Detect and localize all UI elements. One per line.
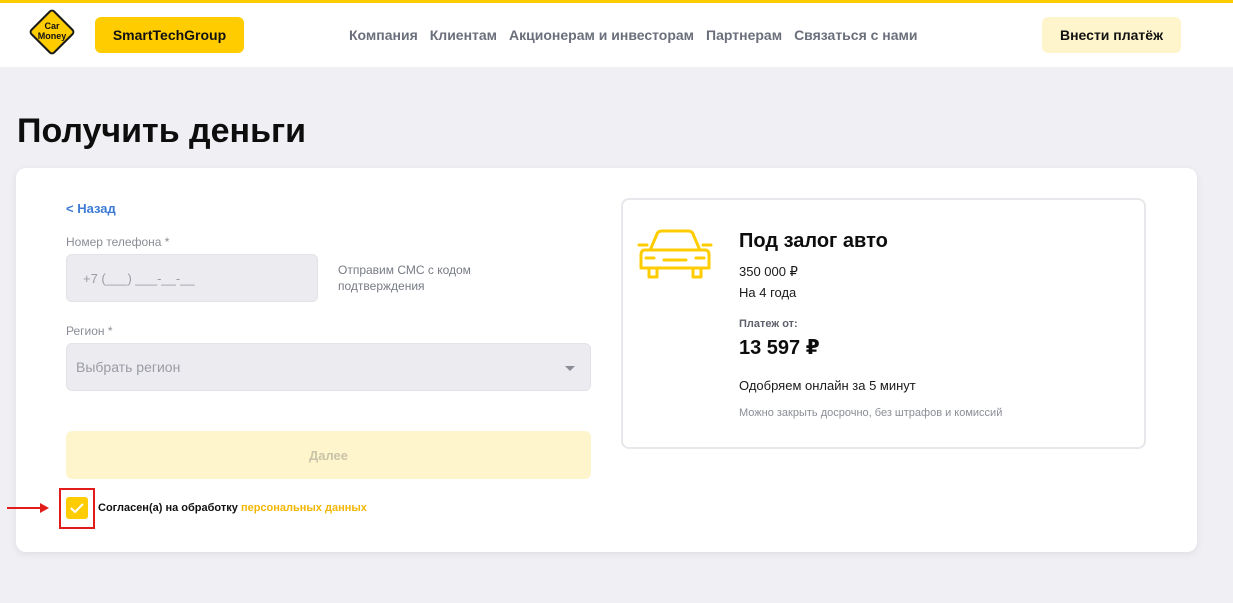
application-card: < Назад Номер телефона * +7 (___) ___-__… — [16, 168, 1197, 552]
payment-label: Платеж от: — [739, 318, 798, 330]
page-title: Получить деньги — [17, 112, 307, 150]
offer-title: Под залог авто — [739, 230, 888, 252]
logo-text-line1: Car — [44, 21, 60, 31]
next-button[interactable]: Далее — [66, 431, 591, 479]
offer-term: На 4 года — [739, 285, 797, 300]
sms-note: Отправим СМС с кодом подтверждения — [338, 263, 471, 293]
early-repayment-note: Можно закрыть досрочно, без штрафов и ко… — [739, 407, 1003, 419]
make-payment-button[interactable]: Внести платёж — [1042, 17, 1181, 53]
carmoney-logo[interactable]: Car Money — [27, 7, 77, 57]
consent-checkbox[interactable] — [66, 497, 88, 519]
consent-label: Согласен(а) на обработку — [98, 502, 241, 514]
region-label: Регион * — [66, 324, 113, 338]
payment-value: 13 597 ₽ — [739, 337, 820, 359]
nav-item-company[interactable]: Компания — [349, 27, 418, 43]
back-link[interactable]: < Назад — [66, 201, 116, 216]
car-icon — [637, 229, 713, 279]
red-arrow-icon — [7, 503, 49, 513]
approval-note: Одобряем онлайн за 5 минут — [739, 378, 916, 393]
region-select[interactable]: Выбрать регион — [66, 343, 591, 391]
site-header: Car Money SmartTechGroup Компания Клиент… — [0, 3, 1233, 67]
main-nav: Компания Клиентам Акционерам и инвестора… — [349, 27, 918, 43]
offer-panel: Под залог авто 350 000 ₽ На 4 года Плате… — [621, 198, 1146, 449]
personal-data-link[interactable]: персональных данных — [241, 502, 367, 514]
nav-item-contact[interactable]: Связаться с нами — [794, 27, 917, 43]
nav-item-partners[interactable]: Партнерам — [706, 27, 782, 43]
phone-input[interactable]: +7 (___) ___-__-__ — [66, 254, 318, 302]
smarttechgroup-badge[interactable]: SmartTechGroup — [95, 17, 244, 53]
nav-item-clients[interactable]: Клиентам — [430, 27, 497, 43]
checkmark-icon — [70, 503, 84, 513]
region-placeholder: Выбрать регион — [76, 359, 181, 375]
phone-label: Номер телефона * — [66, 235, 170, 249]
offer-amount: 350 000 ₽ — [739, 264, 798, 279]
consent-text: Согласен(а) на обработку персональных да… — [98, 502, 367, 514]
chevron-down-icon — [565, 366, 575, 371]
logo-text-line2: Money — [37, 31, 67, 41]
nav-item-investors[interactable]: Акционерам и инвесторам — [509, 27, 694, 43]
